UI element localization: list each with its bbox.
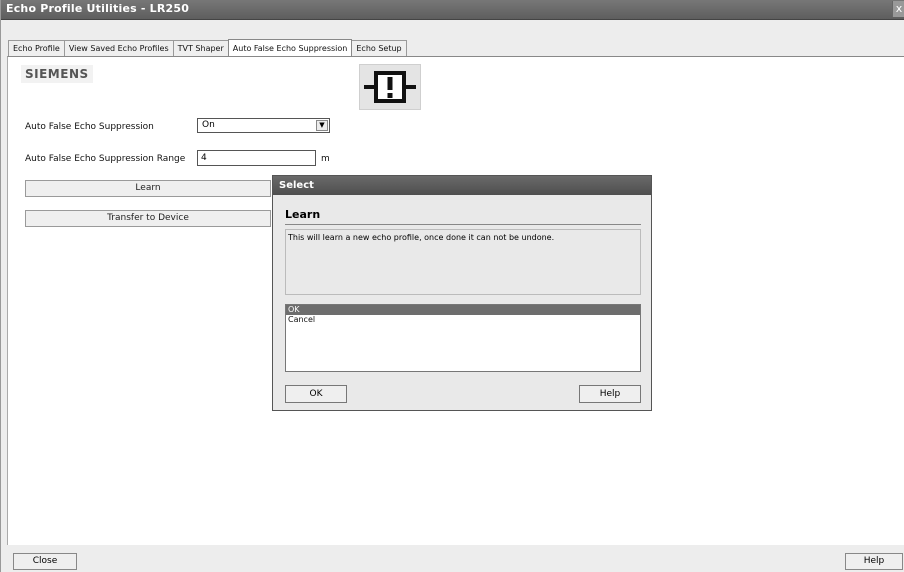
dialog-title: Select [273,176,651,195]
dialog-heading: Learn [285,208,321,221]
chevron-down-icon[interactable]: ▼ [316,120,328,131]
close-button[interactable]: Close [13,553,77,570]
tab-strip: Echo Profile View Saved Echo Profiles TV… [8,39,407,57]
afes-select[interactable]: On ▼ [197,118,330,133]
tab-tvt-shaper[interactable]: TVT Shaper [172,40,229,56]
transfer-to-device-button[interactable]: Transfer to Device [25,210,271,227]
window-title: Echo Profile Utilities - LR250 [6,2,190,15]
tab-auto-false-echo-suppression[interactable]: Auto False Echo Suppression [227,39,353,57]
dialog-divider [285,224,641,225]
warning-icon-box [359,64,421,110]
tab-view-saved-echo-profiles[interactable]: View Saved Echo Profiles [63,40,174,56]
afes-range-unit: m [321,154,330,164]
dialog-message: This will learn a new echo profile, once… [285,229,641,295]
title-bar: Echo Profile Utilities - LR250 x [1,0,904,20]
help-button[interactable]: Help [845,553,903,570]
afes-label: Auto False Echo Suppression [25,122,154,132]
dialog-help-button[interactable]: Help [579,385,641,403]
learn-button[interactable]: Learn [25,180,271,197]
option-cancel[interactable]: Cancel [286,315,640,325]
dialog-ok-button[interactable]: OK [285,385,347,403]
select-dialog: Select Learn This will learn a new echo … [272,175,652,411]
afes-select-value: On [202,120,215,130]
afes-range-input[interactable]: 4 [197,150,316,166]
window-close-icon[interactable]: x [892,1,904,17]
warning-icon [364,71,416,103]
siemens-logo: SIEMENS [21,65,93,83]
tab-echo-profile[interactable]: Echo Profile [8,40,65,56]
option-list[interactable]: OK Cancel [285,304,641,372]
tab-echo-setup[interactable]: Echo Setup [351,40,407,56]
option-ok[interactable]: OK [286,305,640,315]
echo-profile-window: Echo Profile Utilities - LR250 x Echo Pr… [0,0,904,572]
afes-range-label: Auto False Echo Suppression Range [25,154,186,164]
